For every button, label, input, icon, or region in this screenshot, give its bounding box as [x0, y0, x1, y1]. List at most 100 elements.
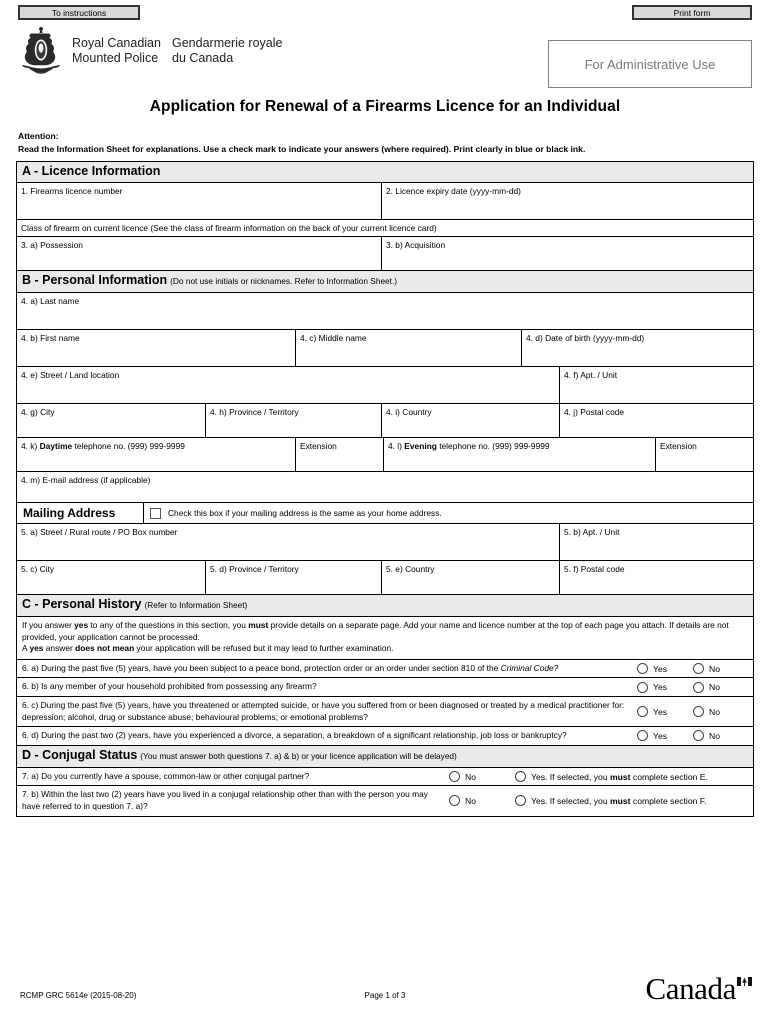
form-page: To instructions Print form Royal Canadia… [0, 0, 770, 1024]
field-evening-telephone[interactable]: 4. l) Evening telephone no. (999) 999-99… [383, 438, 655, 471]
question-6d-options: Yes No [635, 727, 753, 745]
section-b-row-phones: 4. k) Daytime telephone no. (999) 999-99… [17, 438, 753, 472]
label-evening-bold: Evening [404, 441, 437, 451]
field-mailing-street[interactable]: 5. a) Street / Rural route / PO Box numb… [17, 524, 559, 560]
question-6c-options: Yes No [635, 697, 753, 726]
radio-6d-no[interactable] [693, 730, 704, 742]
section-c-note: (Refer to Information Sheet) [144, 600, 248, 610]
radio-6b-yes[interactable] [637, 681, 648, 693]
radio-7a-yes[interactable] [515, 771, 526, 783]
question-7a-yes-option[interactable]: Yes. If selected, you must complete sect… [515, 771, 708, 783]
label-evening-extension: Extension [660, 441, 697, 451]
field-mailing-country[interactable]: 5. e) Country [381, 561, 559, 594]
label-7a-yes: Yes. If selected, you must complete sect… [531, 772, 708, 782]
field-licence-expiry-date[interactable]: 2. Licence expiry date (yyyy-mm-dd) [381, 183, 753, 219]
label-7b-no: No [465, 795, 476, 806]
section-d-title: D - Conjugal Status [22, 747, 138, 762]
field-postal-code[interactable]: 4. j) Postal code [559, 404, 753, 437]
label-province-territory: 4. h) Province / Territory [210, 407, 299, 417]
field-country[interactable]: 4. i) Country [381, 404, 559, 437]
label-middle-name: 4. c) Middle name [300, 333, 367, 343]
field-email-address[interactable]: 4. m) E-mail address (if applicable) [17, 472, 753, 502]
section-c-instructions: If you answer yes to any of the question… [17, 617, 753, 660]
field-mailing-postal-code[interactable]: 5. f) Postal code [559, 561, 753, 594]
question-6a-text: 6. a) During the past five (5) years, ha… [17, 660, 635, 678]
for-administrative-use-label: For Administrative Use [584, 56, 716, 72]
question-6b-yes-option[interactable]: Yes [637, 681, 693, 693]
section-a-title: A - Licence Information [22, 164, 161, 178]
rcmp-name-en-line1: Royal Canadian [72, 36, 161, 50]
field-acquisition[interactable]: 3. b) Acquisition [381, 237, 753, 270]
label-7b-yes-prefix: Yes. If selected, you [531, 795, 610, 806]
radio-6d-yes[interactable] [637, 730, 648, 742]
label-daytime-bold: Daytime [39, 441, 73, 451]
field-first-name[interactable]: 4. b) First name [17, 330, 295, 366]
question-6b-options: Yes No [635, 678, 753, 696]
label-daytime-prefix: 4. k) [21, 441, 40, 451]
field-city[interactable]: 4. g) City [17, 404, 205, 437]
mailing-address-title: Mailing Address [23, 506, 116, 520]
field-date-of-birth[interactable]: 4. d) Date of birth (yyyy-mm-dd) [521, 330, 753, 366]
question-6c-no-option[interactable]: No [693, 706, 749, 718]
instr-p2-doesnotmean: does not mean [75, 643, 135, 654]
question-6d-no-option[interactable]: No [693, 730, 749, 742]
question-7a-no-option[interactable]: No [449, 771, 515, 783]
radio-7b-no[interactable] [449, 795, 460, 807]
label-7b-yes: Yes. If selected, you must complete sect… [531, 796, 706, 806]
field-daytime-extension[interactable]: Extension [295, 438, 383, 471]
radio-7a-no[interactable] [449, 771, 460, 783]
field-evening-extension[interactable]: Extension [655, 438, 753, 471]
question-7a-row: 7. a) Do you currently have a spouse, co… [17, 768, 753, 787]
form-body: A - Licence Information 1. Firearms lice… [16, 161, 754, 817]
label-apt-unit: 4. f) Apt. / Unit [564, 370, 618, 380]
field-mailing-apt-unit[interactable]: 5. b) Apt. / Unit [559, 524, 753, 560]
mailing-same-as-home-row: Check this box if your mailing address i… [143, 503, 753, 523]
print-form-button[interactable]: Print form [632, 5, 752, 20]
canada-wordmark: Canada [645, 972, 752, 1006]
field-street-land-location[interactable]: 4. e) Street / Land location [17, 367, 559, 403]
label-country: 4. i) Country [386, 407, 432, 417]
label-mailing-country: 5. e) Country [386, 564, 435, 574]
field-apt-unit[interactable]: 4. f) Apt. / Unit [559, 367, 753, 403]
label-7a-no: No [465, 771, 476, 782]
mailing-address-bar: Mailing Address Check this box if your m… [17, 503, 753, 524]
to-instructions-button[interactable]: To instructions [18, 5, 140, 20]
label-email-address: 4. m) E-mail address (if applicable) [21, 475, 151, 485]
label-6d-no: No [709, 730, 720, 741]
question-6a-yes-option[interactable]: Yes [637, 663, 693, 675]
section-d-note: (You must answer both questions 7. a) & … [140, 750, 457, 761]
field-daytime-telephone[interactable]: 4. k) Daytime telephone no. (999) 999-99… [17, 438, 295, 471]
question-6c-yes-option[interactable]: Yes [637, 706, 693, 718]
class-of-firearm-note: Class of firearm on current licence (See… [17, 220, 753, 236]
label-6b-yes: Yes [653, 682, 668, 693]
rcmp-crest-icon [18, 26, 64, 76]
question-6d-yes-option[interactable]: Yes [637, 730, 693, 742]
field-middle-name[interactable]: 4. c) Middle name [295, 330, 521, 366]
question-6d-text: 6. d) During the past two (2) years, hav… [22, 730, 567, 741]
field-possession[interactable]: 3. a) Possession [17, 237, 381, 270]
mailing-same-as-home-checkbox[interactable] [150, 507, 161, 519]
field-last-name[interactable]: 4. a) Last name [17, 293, 753, 329]
radio-6b-no[interactable] [693, 681, 704, 693]
for-administrative-use-box: For Administrative Use [548, 40, 752, 88]
instr-p1-must: must [248, 620, 269, 630]
field-firearms-licence-number[interactable]: 1. Firearms licence number [17, 183, 381, 219]
attention-heading: Attention: [18, 131, 59, 141]
question-7b-yes-option[interactable]: Yes. If selected, you must complete sect… [515, 795, 706, 807]
radio-7b-yes[interactable] [515, 795, 526, 807]
radio-6a-no[interactable] [693, 663, 704, 675]
field-mailing-province-territory[interactable]: 5. d) Province / Territory [205, 561, 381, 594]
field-province-territory[interactable]: 4. h) Province / Territory [205, 404, 381, 437]
question-6c-row: 6. c) During the past five (5) years, ha… [17, 697, 753, 728]
section-b-row-email: 4. m) E-mail address (if applicable) [17, 472, 753, 503]
rcmp-wordmark: Royal Canadian Gendarmerie royale Mounted… [72, 36, 282, 65]
question-6a-no-option[interactable]: No [693, 663, 749, 675]
question-6b-no-option[interactable]: No [693, 681, 749, 693]
field-mailing-city[interactable]: 5. c) City [17, 561, 205, 594]
question-6d-row: 6. d) During the past two (2) years, hav… [17, 727, 753, 746]
question-7b-no-option[interactable]: No [449, 795, 515, 807]
question-6b-row: 6. b) Is any member of your household pr… [17, 678, 753, 697]
radio-6c-no[interactable] [693, 706, 704, 718]
radio-6c-yes[interactable] [637, 706, 648, 718]
radio-6a-yes[interactable] [637, 663, 648, 675]
